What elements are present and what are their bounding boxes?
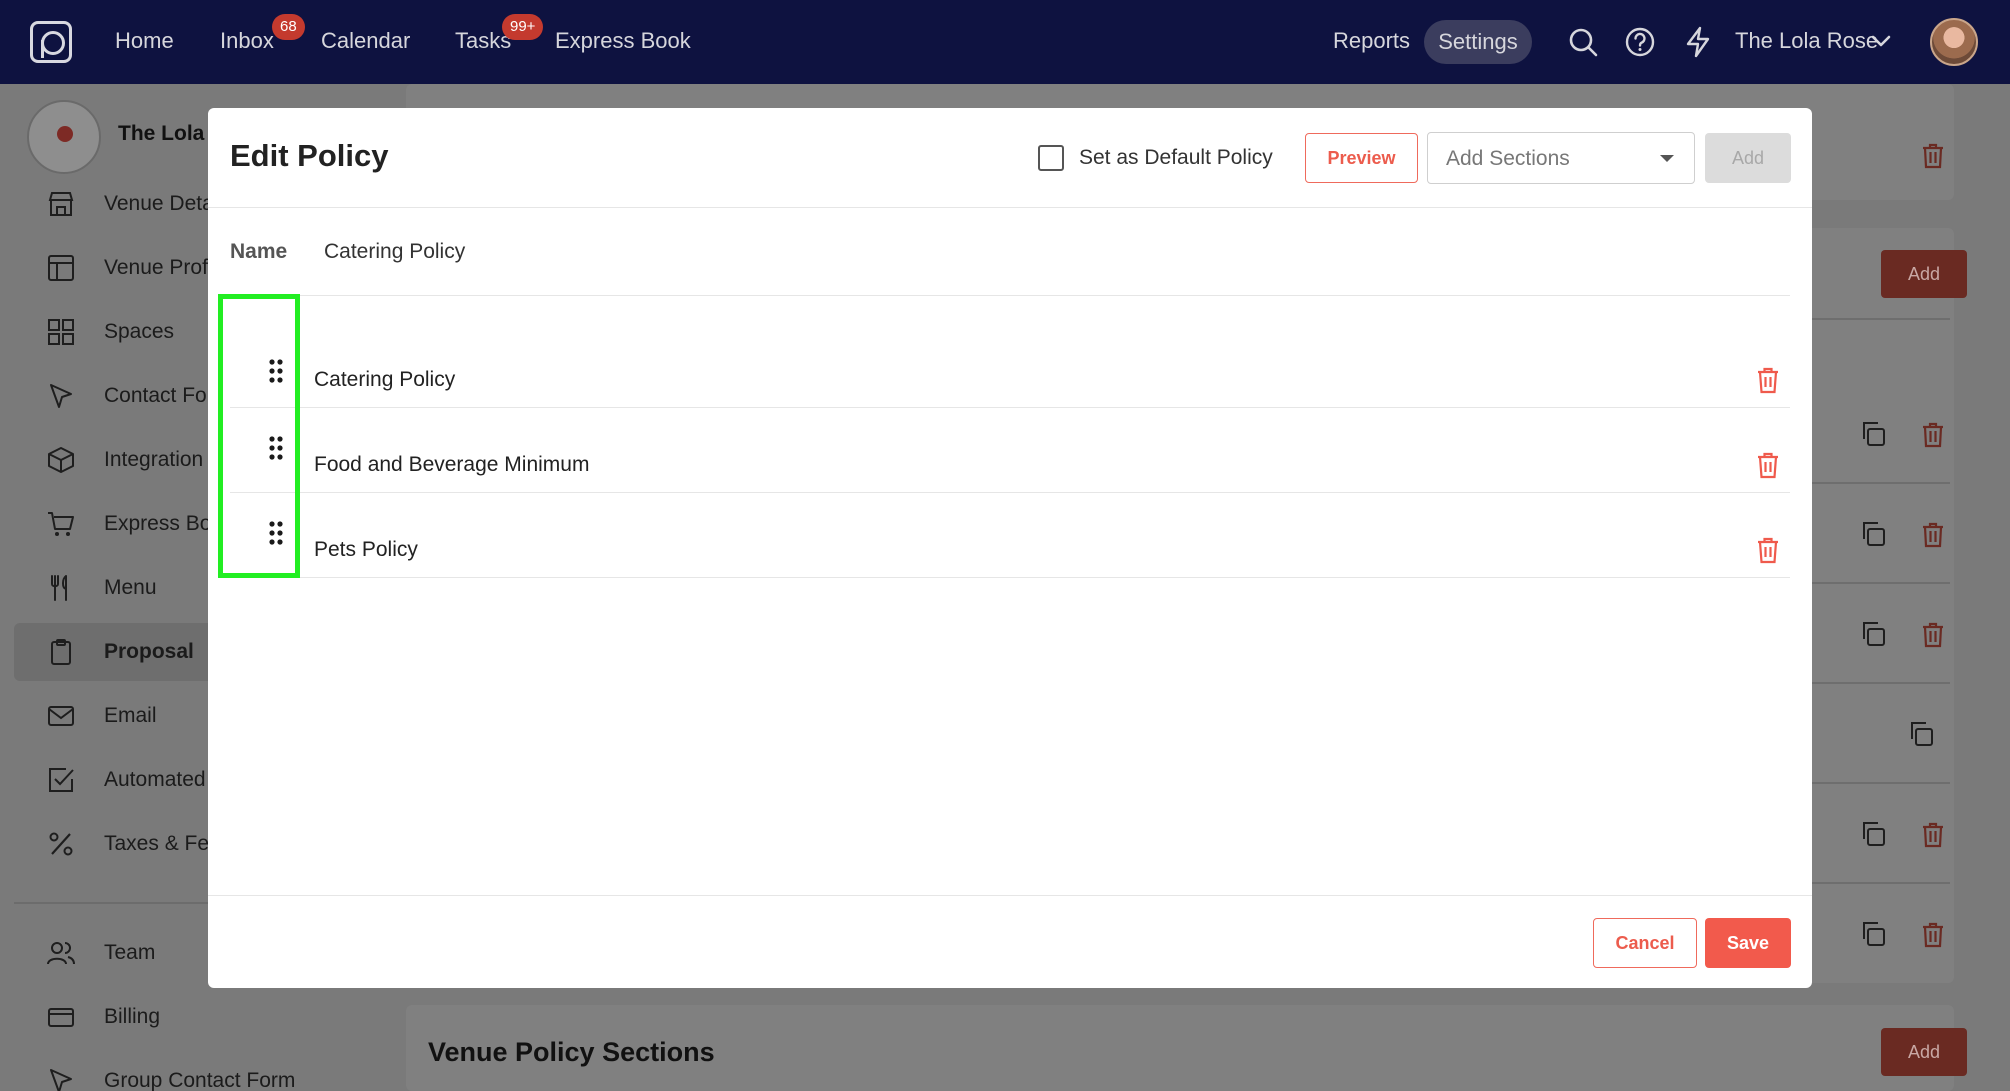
add-sections-select[interactable]: Add Sections	[1427, 132, 1695, 184]
add-section-button[interactable]: Add	[1705, 133, 1791, 183]
clipboard-icon	[51, 639, 71, 665]
sidebar-item-label: Express Bo	[104, 512, 212, 535]
trash-icon[interactable]	[1755, 366, 1781, 394]
copy-icon[interactable]	[1858, 519, 1888, 549]
sidebar-item-label: Venue Prof	[104, 256, 208, 279]
name-label: Name	[230, 240, 288, 263]
sidebar-item-group-contact-form[interactable]: Group Contact Form	[0, 1052, 372, 1091]
search-icon[interactable]	[1565, 24, 1601, 60]
sidebar-item-label: Email	[104, 704, 157, 727]
policy-name-value: Catering Policy	[324, 240, 466, 263]
drag-handles-highlight	[218, 294, 300, 578]
policy-section-row: Pets Policy	[230, 493, 1790, 578]
cursor-icon	[50, 1069, 72, 1091]
box-icon	[48, 447, 74, 473]
policy-section-row: Food and Beverage Minimum	[230, 408, 1790, 493]
nav-home[interactable]: Home	[115, 28, 174, 54]
tasks-badge: 99+	[502, 14, 544, 40]
policy-section-label: Catering Policy	[314, 368, 456, 391]
utensils-icon	[51, 575, 67, 601]
policy-section-label: Food and Beverage Minimum	[314, 453, 590, 476]
copy-icon[interactable]	[1858, 919, 1888, 949]
percent-icon	[49, 832, 73, 856]
chevron-down-icon[interactable]	[1870, 30, 1892, 52]
copy-icon[interactable]	[1858, 619, 1888, 649]
background-add-button[interactable]: Add	[1881, 250, 1967, 298]
sidebar-item-label: Venue Deta	[104, 192, 214, 215]
trash-icon[interactable]	[1918, 419, 1948, 449]
sidebar-item-label: Team	[104, 941, 156, 964]
sidebar-item-label: Spaces	[104, 320, 175, 343]
trash-icon[interactable]	[1755, 451, 1781, 479]
trash-icon[interactable]	[1918, 819, 1948, 849]
user-avatar[interactable]	[1930, 18, 1978, 66]
venue-policy-sections-title: Venue Policy Sections	[428, 1037, 715, 1067]
modal-footer: Cancel Save	[208, 895, 1812, 988]
lightning-icon[interactable]	[1680, 24, 1716, 60]
add-sections-placeholder: Add Sections	[1446, 147, 1570, 170]
save-button[interactable]: Save	[1705, 918, 1791, 968]
card-icon	[48, 1008, 74, 1027]
trash-icon[interactable]	[1918, 140, 1948, 170]
nav-reports[interactable]: Reports	[1333, 28, 1410, 54]
grid-icon	[48, 319, 74, 345]
policy-section-row: Catering Policy	[230, 323, 1790, 408]
trash-icon[interactable]	[1918, 919, 1948, 949]
caret-down-icon	[1660, 155, 1674, 162]
venue-logo	[27, 100, 101, 174]
modal-header: Edit Policy Set as Default Policy Previe…	[208, 108, 1812, 208]
inbox-badge: 68	[272, 14, 305, 40]
sidebar-item-billing[interactable]: Billing	[0, 988, 372, 1046]
policy-section-label: Pets Policy	[314, 538, 418, 561]
help-icon[interactable]	[1622, 24, 1658, 60]
sidebar-item-label: Taxes & Fe	[104, 832, 210, 855]
users-icon	[47, 942, 75, 965]
cursor-icon	[50, 384, 72, 408]
sidebar-item-label: Automated	[104, 768, 206, 791]
sidebar-item-label: Proposal	[104, 640, 194, 663]
modal-title: Edit Policy	[230, 138, 389, 173]
trash-icon[interactable]	[1918, 519, 1948, 549]
sidebar-item-label: Billing	[104, 1005, 161, 1028]
sidebar-item-label: Menu	[104, 576, 157, 599]
account-name[interactable]: The Lola Rose	[1735, 28, 1878, 54]
preview-button[interactable]: Preview	[1305, 133, 1418, 183]
nav-inbox[interactable]: Inbox	[220, 28, 274, 54]
background-add-button[interactable]: Add	[1881, 1028, 1967, 1076]
cart-icon	[48, 512, 74, 536]
cancel-button[interactable]: Cancel	[1593, 918, 1697, 968]
mail-icon	[48, 706, 74, 726]
sidebar-item-label: Group Contact Form	[104, 1069, 296, 1091]
policy-name-row: Name Catering Policy	[230, 208, 1790, 296]
app-logo-icon[interactable]	[30, 21, 72, 63]
layout-icon	[48, 255, 74, 281]
trash-icon[interactable]	[1755, 536, 1781, 564]
edit-policy-modal: Edit Policy Set as Default Policy Previe…	[208, 108, 1812, 988]
trash-icon[interactable]	[1918, 619, 1948, 649]
copy-icon[interactable]	[1858, 419, 1888, 449]
top-nav: Home Inbox 68 Calendar Tasks 99+ Express…	[0, 0, 2010, 84]
copy-icon[interactable]	[1858, 819, 1888, 849]
store-icon	[48, 192, 74, 216]
sidebar-item-label: Integration	[104, 448, 204, 471]
nav-calendar[interactable]: Calendar	[321, 28, 410, 54]
sidebar-item-label: Contact Fo	[104, 384, 207, 407]
nav-express-book[interactable]: Express Book	[555, 28, 691, 54]
nav-settings[interactable]: Settings	[1424, 20, 1532, 64]
copy-icon[interactable]	[1906, 719, 1936, 749]
default-policy-checkbox[interactable]	[1038, 145, 1064, 171]
checkbox-icon	[49, 768, 74, 792]
default-policy-label[interactable]: Set as Default Policy	[1079, 146, 1273, 170]
